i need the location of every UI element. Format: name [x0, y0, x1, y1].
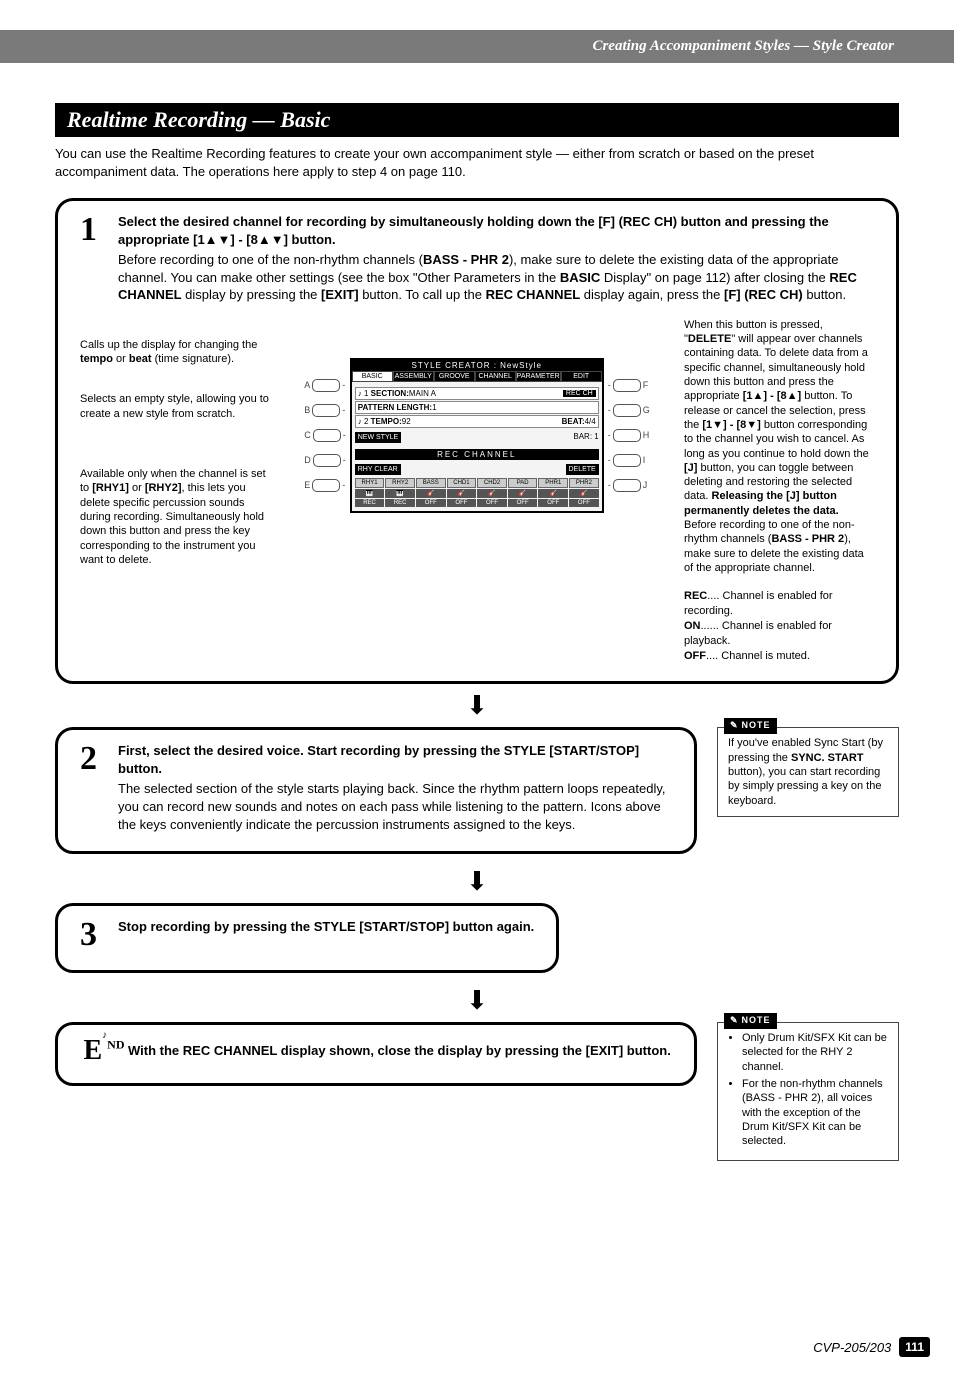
- lcd-bar: BAR: 1: [573, 432, 598, 443]
- panel-button-i[interactable]: [613, 454, 641, 467]
- step-3-title: Stop recording by pressing the STYLE [ST…: [118, 918, 534, 936]
- lcd-tab-edit[interactable]: EDIT: [561, 371, 602, 382]
- lcd-row-pattern: PATTERN LENGTH:1: [355, 401, 599, 414]
- lcd-delete-button[interactable]: DELETE: [566, 464, 599, 475]
- step-1-number: 1: [80, 213, 118, 304]
- note-voice-restrictions: NOTE Only Drum Kit/SFX Kit can be select…: [717, 1022, 899, 1160]
- step-2-box: 2 First, select the desired voice. Start…: [55, 727, 697, 854]
- lcd-channels: RHY1RHY2BASSCHD1CHD2PADPHR1PHR2: [355, 478, 599, 488]
- callout-delete: When this button is pressed, "DELETE" wi…: [684, 318, 874, 575]
- lcd-tab-parameter[interactable]: PARAMETER: [516, 371, 561, 382]
- panel-buttons-right: -F -G -H -I -J: [608, 379, 650, 492]
- channel-legend: REC.... Channel is enabled for recording…: [684, 589, 874, 663]
- panel-button-b[interactable]: [312, 404, 340, 417]
- panel-button-j[interactable]: [613, 479, 641, 492]
- lcd-rec-channel-strip: REC CHANNEL: [355, 449, 599, 460]
- step-1-title: Select the desired channel for recording…: [118, 213, 874, 248]
- lcd-row-tempo: ♪ 2 TEMPO:92BEAT:4/4: [355, 415, 599, 428]
- callout-tempo: Calls up the display for changing the te…: [80, 338, 270, 367]
- lcd-newstyle-button[interactable]: NEW STYLE: [355, 432, 401, 443]
- callout-newstyle: Selects an empty style, allowing you to …: [80, 392, 270, 421]
- panel-button-f[interactable]: [613, 379, 641, 392]
- step-2-title: First, select the desired voice. Start r…: [118, 742, 672, 777]
- page-number: 111: [899, 1337, 930, 1357]
- footer-model: CVP-205/203: [813, 1340, 891, 1355]
- step-end-title: With the REC CHANNEL display shown, clos…: [128, 1042, 672, 1060]
- arrow-down-icon: ⬇: [55, 690, 899, 721]
- panel-button-e[interactable]: [312, 479, 340, 492]
- panel-button-d[interactable]: [313, 454, 341, 467]
- arrow-down-icon: ⬇: [55, 866, 899, 897]
- intro-text: You can use the Realtime Recording featu…: [55, 145, 899, 180]
- panel-button-g[interactable]: [613, 404, 641, 417]
- step-3-number: 3: [80, 918, 118, 952]
- lcd-title: STYLE CREATOR : NewStyle: [352, 360, 602, 371]
- step-2-number: 2: [80, 742, 118, 833]
- lcd-rhyclear-button[interactable]: RHY CLEAR: [355, 464, 401, 475]
- lcd-recch-chip[interactable]: REC CH: [563, 390, 596, 397]
- page-footer: CVP-205/203 111: [813, 1337, 930, 1357]
- panel-button-h[interactable]: [613, 429, 641, 442]
- lcd-tab-basic[interactable]: BASIC: [352, 371, 393, 382]
- panel-buttons-left: A- B- C- D- E-: [304, 379, 346, 492]
- note2-item2: For the non-rhythm channels (BASS - PHR …: [742, 1077, 888, 1148]
- note-icon: NOTE: [724, 1013, 777, 1029]
- note-sync-start: NOTE If you've enabled Sync Start (by pr…: [717, 727, 899, 816]
- lcd-screen: STYLE CREATOR : NewStyle BASIC ASSEMBLY …: [350, 358, 604, 513]
- lcd-tab-groove[interactable]: GROOVE: [434, 371, 475, 382]
- note-icon: NOTE: [724, 718, 777, 734]
- step-3-box: 3 Stop recording by pressing the STYLE […: [55, 903, 559, 973]
- step-1-body: Before recording to one of the non-rhyth…: [118, 251, 874, 304]
- section-title: Realtime Recording — Basic: [55, 103, 899, 137]
- step-1-box: 1 Select the desired channel for recordi…: [55, 198, 899, 684]
- callout-rhyclear: Available only when the channel is set t…: [80, 467, 270, 567]
- header-breadcrumb: Creating Accompaniment Styles — Style Cr…: [0, 30, 954, 63]
- panel-button-a[interactable]: [312, 379, 340, 392]
- panel-button-c[interactable]: [313, 429, 341, 442]
- step-2-body: The selected section of the style starts…: [118, 780, 672, 833]
- lcd-row-section: ♪ 1 SECTION:MAIN AREC CH: [355, 387, 599, 400]
- note2-item1: Only Drum Kit/SFX Kit can be selected fo…: [742, 1031, 888, 1074]
- step-end-box: E♪ND With the REC CHANNEL display shown,…: [55, 1022, 697, 1086]
- lcd-tab-channel[interactable]: CHANNEL: [475, 371, 516, 382]
- lcd-tab-assembly[interactable]: ASSEMBLY: [393, 371, 434, 382]
- end-mark: E♪ND: [80, 1037, 128, 1065]
- arrow-down-icon: ⬇: [55, 985, 899, 1016]
